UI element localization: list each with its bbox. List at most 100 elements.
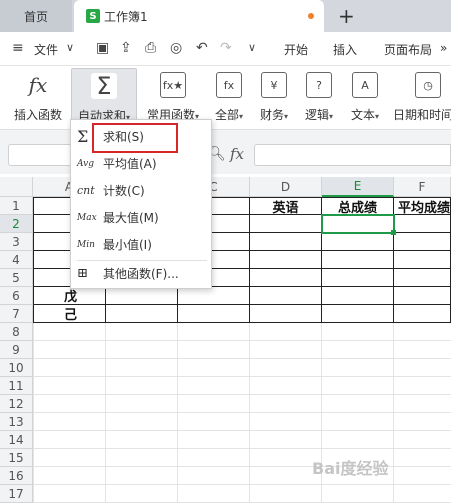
more-menu-icon[interactable]: »: [440, 41, 447, 55]
table-cell[interactable]: [106, 305, 178, 323]
select-all-corner[interactable]: [0, 177, 33, 197]
function-list-icon: ⊞: [77, 266, 88, 281]
clock-icon: ◷: [415, 72, 441, 98]
new-tab-button[interactable]: +: [338, 4, 355, 28]
table-cell[interactable]: [322, 305, 394, 323]
menu-item-other-functions[interactable]: ⊞ 其他函数(F)...: [71, 260, 211, 287]
finance-button[interactable]: ¥ 财务▾: [255, 68, 293, 126]
name-cell[interactable]: 己: [33, 305, 106, 323]
menu-item-max[interactable]: Max 最大值(M): [71, 204, 211, 231]
fx-icon[interactable]: fx: [230, 145, 244, 163]
tab-workbook[interactable]: S 工作簿1: [74, 0, 324, 32]
save-icon[interactable]: ▣: [96, 40, 109, 56]
row-header[interactable]: 3: [0, 233, 33, 251]
redo-icon[interactable]: ↷: [220, 40, 232, 56]
table-cell[interactable]: [250, 215, 322, 233]
table-cell[interactable]: [394, 215, 451, 233]
col-header-e[interactable]: E: [322, 177, 394, 197]
row-header[interactable]: 9: [0, 341, 33, 359]
row-header[interactable]: 13: [0, 413, 33, 431]
row-header[interactable]: 8: [0, 323, 33, 341]
all-functions-icon: fx: [216, 72, 242, 98]
table-cell[interactable]: [250, 305, 322, 323]
table-cell[interactable]: [250, 269, 322, 287]
menu-insert[interactable]: 插入: [333, 41, 357, 58]
undo-icon[interactable]: ↶: [196, 40, 208, 56]
print-preview-icon[interactable]: ◎: [170, 40, 182, 56]
auto-sum-button[interactable]: Σ 自动求和▾: [71, 68, 137, 126]
tab-home[interactable]: 首页: [0, 0, 72, 32]
table-cell[interactable]: [394, 233, 451, 251]
row-header[interactable]: 5: [0, 269, 33, 287]
cell-d1[interactable]: 英语: [250, 197, 322, 216]
table-cell[interactable]: [394, 287, 451, 305]
row-header[interactable]: 16: [0, 467, 33, 485]
table-cell[interactable]: [250, 287, 322, 305]
chevron-down-icon[interactable]: ∨: [66, 41, 74, 54]
all-functions-button[interactable]: fx 全部▾: [210, 68, 248, 126]
menu-item-average[interactable]: Avg 平均值(A): [71, 150, 211, 177]
menu-item-label: 计数(C): [103, 184, 145, 198]
row-header[interactable]: 7: [0, 305, 33, 323]
menu-item-count[interactable]: cnt 计数(C): [71, 177, 211, 204]
row-header[interactable]: 14: [0, 431, 33, 449]
table-cell[interactable]: [394, 251, 451, 269]
caret-down-icon: ▾: [375, 112, 380, 121]
hamburger-icon[interactable]: ≡: [12, 40, 24, 56]
table-cell[interactable]: [178, 305, 250, 323]
table-cell[interactable]: [178, 287, 250, 305]
row-header[interactable]: 10: [0, 359, 33, 377]
cell-e1[interactable]: 总成绩: [322, 197, 394, 216]
count-icon: cnt: [77, 184, 95, 197]
common-functions-button[interactable]: fx★ 常用函数▾: [142, 68, 204, 126]
name-box[interactable]: [8, 144, 76, 166]
table-cell[interactable]: [250, 251, 322, 269]
menu-start[interactable]: 开始: [284, 41, 308, 58]
row-header[interactable]: 17: [0, 485, 33, 503]
print-icon[interactable]: ⎙: [145, 40, 156, 56]
table-cell[interactable]: [322, 269, 394, 287]
table-cell[interactable]: [106, 287, 178, 305]
table-cell[interactable]: [394, 305, 451, 323]
insert-function-label: 插入函数: [13, 108, 62, 122]
menu-item-label: 平均值(A): [103, 157, 157, 171]
logic-label: 逻辑: [304, 108, 329, 122]
caret-down-icon: ▾: [329, 112, 334, 121]
datetime-label: 日期和时间: [393, 108, 451, 122]
table-cell[interactable]: [322, 287, 394, 305]
row-header[interactable]: 1: [0, 197, 33, 215]
text-button[interactable]: A 文本▾: [346, 68, 384, 126]
cell-f1[interactable]: 平均成绩: [394, 197, 451, 215]
chevron-down-icon[interactable]: ∨: [248, 41, 256, 54]
row-header[interactable]: 12: [0, 395, 33, 413]
share-icon[interactable]: ⇪: [120, 40, 132, 56]
menu-item-min[interactable]: Min 最小值(I): [71, 231, 211, 258]
row-header[interactable]: 4: [0, 251, 33, 269]
datetime-button[interactable]: ◷ 日期和时间: [393, 68, 451, 126]
table-cell[interactable]: [250, 233, 322, 251]
text-label: 文本: [350, 108, 375, 122]
auto-sum-dropdown: Σ 求和(S) Avg 平均值(A) cnt 计数(C) Max 最大值(M) …: [70, 119, 212, 289]
menu-file[interactable]: 文件: [34, 41, 58, 58]
col-header-d[interactable]: D: [250, 177, 322, 197]
table-cell[interactable]: [394, 269, 451, 287]
col-header-f[interactable]: F: [394, 177, 451, 197]
insert-function-button[interactable]: fx 插入函数: [10, 68, 66, 126]
unsaved-dot-icon: [308, 13, 314, 19]
row-header[interactable]: 6: [0, 287, 33, 305]
logic-button[interactable]: ? 逻辑▾: [300, 68, 338, 126]
row-header[interactable]: 2: [0, 215, 33, 233]
table-cell[interactable]: [322, 251, 394, 269]
active-cell-e2[interactable]: [321, 214, 395, 234]
caret-down-icon: ▾: [239, 112, 244, 121]
formula-input[interactable]: [254, 144, 451, 166]
all-functions-label: 全部: [214, 108, 239, 122]
row-header[interactable]: 15: [0, 449, 33, 467]
menu-item-label: 最小值(I): [103, 238, 152, 252]
table-cell[interactable]: [322, 233, 394, 251]
row-header[interactable]: 11: [0, 377, 33, 395]
fill-handle[interactable]: [391, 230, 396, 235]
finance-label: 财务: [259, 108, 284, 122]
name-cell[interactable]: 戊: [33, 287, 106, 305]
menu-page-layout[interactable]: 页面布局: [384, 41, 432, 58]
